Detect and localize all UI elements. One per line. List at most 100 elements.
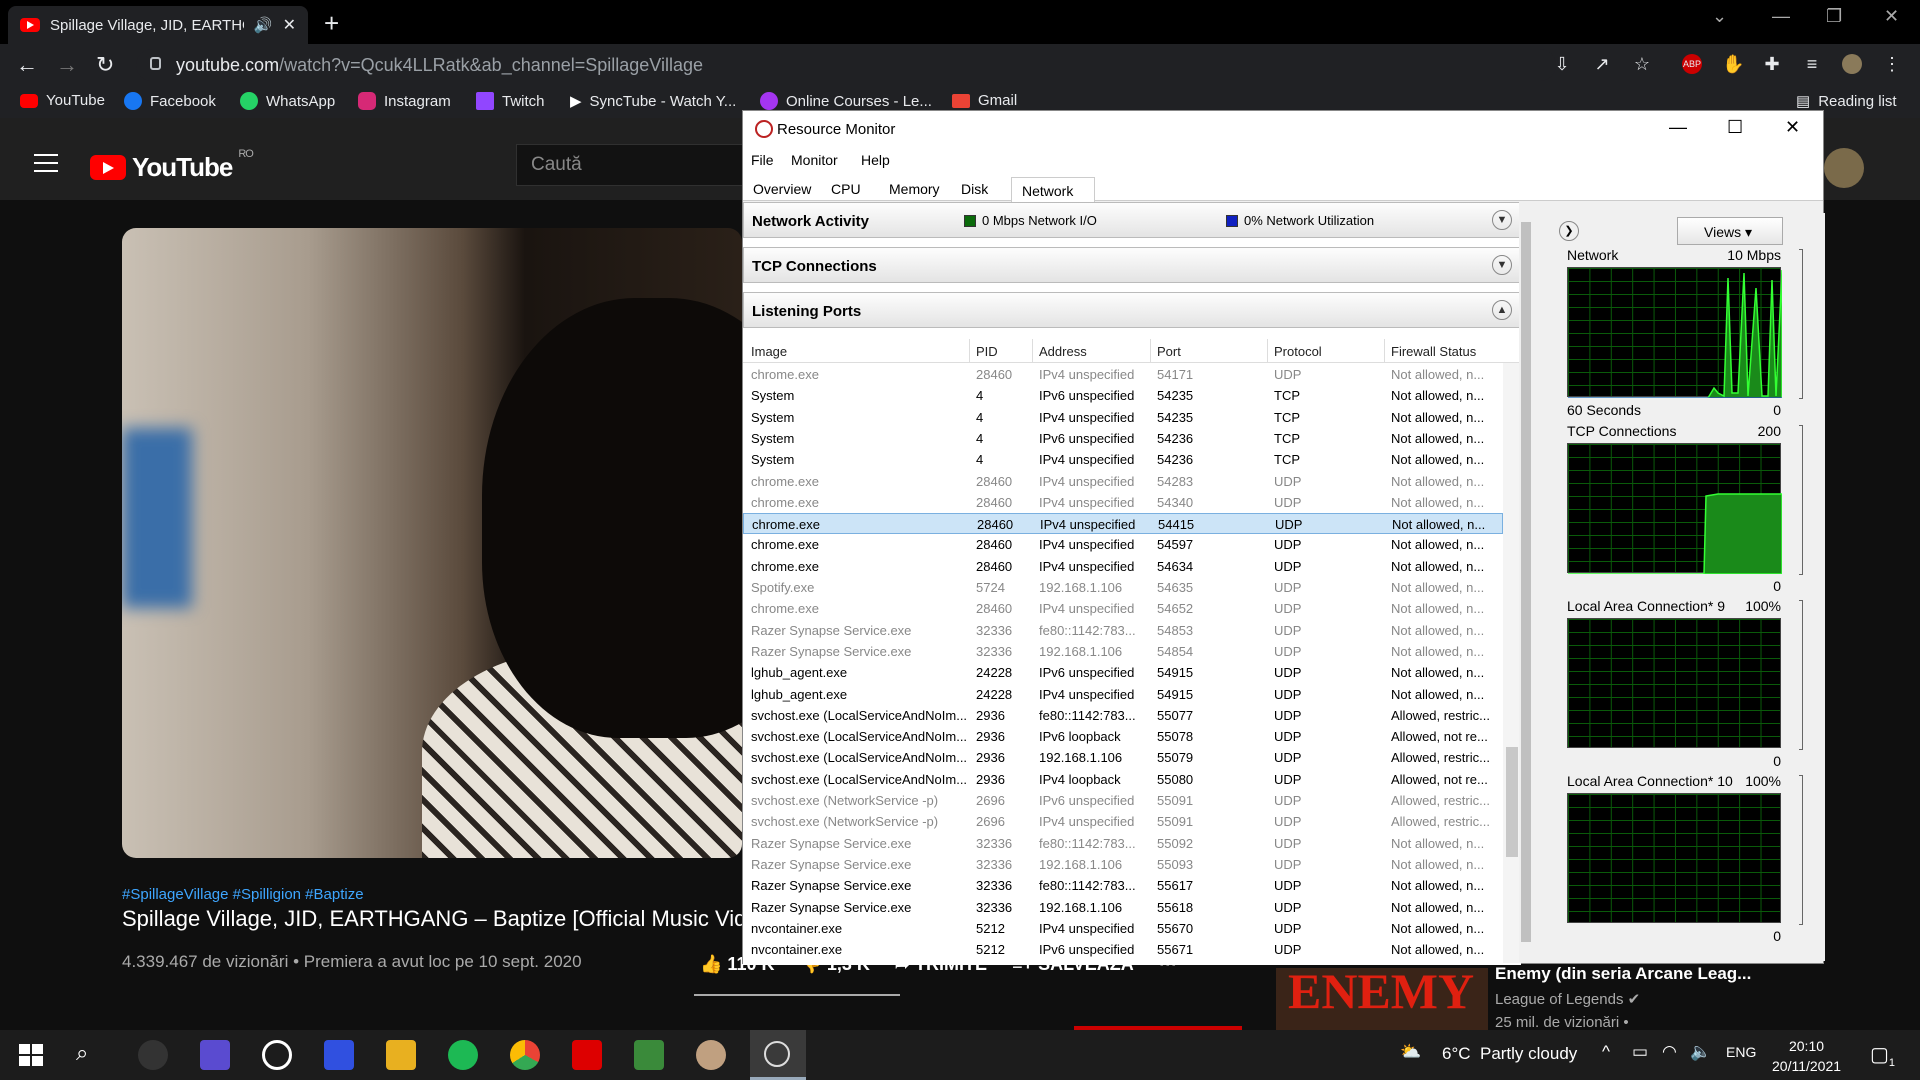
column-divider[interactable] bbox=[1384, 339, 1385, 363]
palette-app-icon[interactable] bbox=[696, 1040, 726, 1070]
table-scroll-thumb[interactable] bbox=[1506, 747, 1518, 857]
menu-file[interactable]: File bbox=[751, 152, 774, 168]
windows-start-icon[interactable] bbox=[16, 1040, 46, 1070]
table-row[interactable]: chrome.exe 28460 IPv4 unspecified 54340 UDP N… bbox=[743, 492, 1503, 513]
table-row[interactable]: Razer Synapse Service.exe 32336 192.168.1.… bbox=[743, 641, 1503, 662]
column-divider[interactable] bbox=[1150, 339, 1151, 363]
table-row[interactable]: chrome.exe 28460 IPv4 unspecified 54597 UDP N… bbox=[743, 534, 1503, 555]
user-avatar[interactable] bbox=[1824, 148, 1864, 188]
tab-cpu[interactable]: CPU bbox=[831, 181, 861, 197]
graph-scrollbar[interactable] bbox=[1813, 213, 1825, 961]
table-row[interactable]: chrome.exe 28460 IPv4 unspecified 54634 UDP N… bbox=[743, 556, 1503, 577]
spotify-icon[interactable] bbox=[448, 1040, 478, 1070]
table-row[interactable]: svchost.exe (LocalServiceAndNoIm... 2936 f… bbox=[743, 705, 1503, 726]
table-row[interactable]: svchost.exe (NetworkService -p) 2696 IPv4 … bbox=[743, 811, 1503, 832]
media-queue-icon[interactable]: ≡ bbox=[1802, 54, 1822, 74]
menu-dots-icon[interactable]: ⋮ bbox=[1882, 54, 1902, 74]
clock-app-icon[interactable] bbox=[262, 1040, 292, 1070]
tab-disk[interactable]: Disk bbox=[961, 181, 988, 197]
install-icon[interactable]: ⇩ bbox=[1552, 54, 1572, 74]
col-port[interactable]: Port bbox=[1157, 344, 1181, 359]
language-indicator[interactable]: ENG bbox=[1726, 1044, 1756, 1060]
acrobat-icon[interactable] bbox=[572, 1040, 602, 1070]
col-pid[interactable]: PID bbox=[976, 344, 998, 359]
related-video-channel[interactable]: League of Legends ✔ bbox=[1495, 990, 1640, 1008]
speaker-icon[interactable]: 🔊 bbox=[254, 16, 273, 34]
video-player[interactable] bbox=[122, 228, 742, 858]
extension-hand-icon[interactable]: ✋ bbox=[1722, 54, 1744, 74]
close-window-icon[interactable]: ✕ bbox=[1884, 6, 1899, 27]
table-row[interactable]: System 4 IPv6 unspecified 54235 TCP Not allow… bbox=[743, 385, 1503, 406]
column-divider[interactable] bbox=[969, 339, 970, 363]
bookmark-star-icon[interactable]: ☆ bbox=[1632, 54, 1652, 74]
column-divider[interactable] bbox=[1267, 339, 1268, 363]
app-icon[interactable] bbox=[200, 1040, 230, 1070]
browser-tab[interactable]: Spillage Village, JID, EARTHG 🔊 ✕ bbox=[8, 6, 308, 44]
bookmark-youtube[interactable]: YouTube bbox=[20, 92, 105, 109]
maximize-icon[interactable]: ☐ bbox=[1727, 117, 1743, 138]
chevron-up-icon[interactable]: ^ bbox=[1602, 1042, 1610, 1062]
table-row[interactable]: nvcontainer.exe 5212 IPv6 unspecified 55671… bbox=[743, 939, 1503, 960]
table-row[interactable]: Spotify.exe 5724 192.168.1.106 54635 UDP Not … bbox=[743, 577, 1503, 598]
address-bar[interactable]: youtube.com/watch?v=Qcuk4LLRatk&ab_chann… bbox=[136, 49, 1556, 81]
close-icon[interactable]: ✕ bbox=[1785, 117, 1800, 138]
forward-icon[interactable]: → bbox=[56, 52, 78, 78]
col-protocol[interactable]: Protocol bbox=[1274, 344, 1322, 359]
weather-text[interactable]: 6°C Partly cloudy bbox=[1442, 1044, 1577, 1064]
weather-icon[interactable]: ⛅ bbox=[1400, 1042, 1421, 1062]
youtube-logo[interactable]: YouTube RO bbox=[90, 148, 254, 183]
alienware-icon[interactable] bbox=[138, 1040, 168, 1070]
table-row[interactable]: chrome.exe 28460 IPv4 unspecified 54283 UDP N… bbox=[743, 471, 1503, 492]
table-row[interactable]: lghub_agent.exe 24228 IPv6 unspecified 5491… bbox=[743, 662, 1503, 683]
notification-icon[interactable]: ▢1 bbox=[1870, 1042, 1895, 1069]
minimize-icon[interactable]: — bbox=[1772, 6, 1790, 27]
chevron-down-icon[interactable]: ▼ bbox=[1492, 255, 1512, 275]
table-row[interactable]: svchost.exe (LocalServiceAndNoIm... 2936 1… bbox=[743, 747, 1503, 768]
tab-search-icon[interactable]: ⌄ bbox=[1712, 6, 1727, 27]
table-row[interactable]: chrome.exe 28460 IPv4 unspecified 54652 UDP N… bbox=[743, 598, 1503, 619]
bookmark-facebook[interactable]: Facebook bbox=[124, 92, 216, 110]
notes-app-icon[interactable] bbox=[324, 1040, 354, 1070]
share-icon[interactable]: ↗ bbox=[1592, 54, 1612, 74]
lock-icon[interactable] bbox=[150, 57, 161, 70]
new-tab-button[interactable]: + bbox=[324, 8, 339, 39]
reload-icon[interactable]: ↻ bbox=[96, 52, 114, 78]
column-divider[interactable] bbox=[1032, 339, 1033, 363]
table-row[interactable]: Razer Synapse Service.exe 32336 192.168.1.… bbox=[743, 854, 1503, 875]
bookmark-instagram[interactable]: Instagram bbox=[358, 92, 451, 110]
panel-scroll-thumb[interactable] bbox=[1521, 222, 1531, 942]
chevron-down-icon[interactable]: ▼ bbox=[1492, 210, 1512, 230]
tab-overview[interactable]: Overview bbox=[753, 181, 811, 197]
section-listening-ports[interactable]: Listening Ports ▲ bbox=[743, 292, 1521, 328]
views-dropdown[interactable]: Views ▾ bbox=[1677, 217, 1783, 245]
table-row[interactable]: Razer Synapse Service.exe 32336 fe80::1142… bbox=[743, 833, 1503, 854]
search-icon[interactable]: ⌕ bbox=[76, 1040, 106, 1070]
table-row[interactable]: Razer Synapse Service.exe 32336 192.168.1.… bbox=[743, 897, 1503, 918]
table-row[interactable]: System 4 IPv4 unspecified 54236 TCP Not allow… bbox=[743, 449, 1503, 470]
table-row[interactable]: System 4 IPv6 unspecified 54236 TCP Not allow… bbox=[743, 428, 1503, 449]
table-row[interactable]: svchost.exe (NetworkService -p) 2696 IPv6 … bbox=[743, 790, 1503, 811]
volume-icon[interactable]: 🔈 bbox=[1690, 1042, 1711, 1062]
wifi-icon[interactable]: ◠ bbox=[1662, 1042, 1677, 1062]
restore-icon[interactable]: ❐ bbox=[1826, 6, 1842, 27]
menu-help[interactable]: Help bbox=[861, 152, 890, 168]
file-explorer-icon[interactable] bbox=[386, 1040, 416, 1070]
chevron-up-icon[interactable]: ▲ bbox=[1492, 300, 1512, 320]
minimize-icon[interactable]: — bbox=[1669, 117, 1687, 138]
table-row[interactable]: System 4 IPv4 unspecified 54235 TCP Not allow… bbox=[743, 407, 1503, 428]
section-tcp-connections[interactable]: TCP Connections ▼ bbox=[743, 247, 1521, 283]
profile-avatar[interactable] bbox=[1842, 54, 1862, 74]
bookmark-synctube[interactable]: ▶ SyncTube - Watch Y... bbox=[570, 92, 736, 111]
table-row[interactable]: Razer Synapse Service.exe 32336 fe80::1142… bbox=[743, 875, 1503, 896]
paint-app-icon[interactable] bbox=[634, 1040, 664, 1070]
battery-icon[interactable]: ▭ bbox=[1632, 1042, 1648, 1062]
back-icon[interactable]: ← bbox=[16, 52, 38, 78]
col-image[interactable]: Image bbox=[751, 344, 787, 359]
col-firewall[interactable]: Firewall Status bbox=[1391, 344, 1476, 359]
bookmark-whatsapp[interactable]: WhatsApp bbox=[240, 92, 335, 110]
related-video-thumbnail[interactable]: ENEMY bbox=[1276, 968, 1488, 1030]
table-row[interactable]: nvcontainer.exe 5212 IPv4 unspecified 55670… bbox=[743, 918, 1503, 939]
close-tab-icon[interactable]: ✕ bbox=[283, 15, 296, 35]
table-row[interactable]: chrome.exe 28460 IPv4 unspecified 54415 UDP N… bbox=[743, 513, 1503, 535]
related-video-title[interactable]: Enemy (din seria Arcane Leag... bbox=[1495, 964, 1751, 984]
